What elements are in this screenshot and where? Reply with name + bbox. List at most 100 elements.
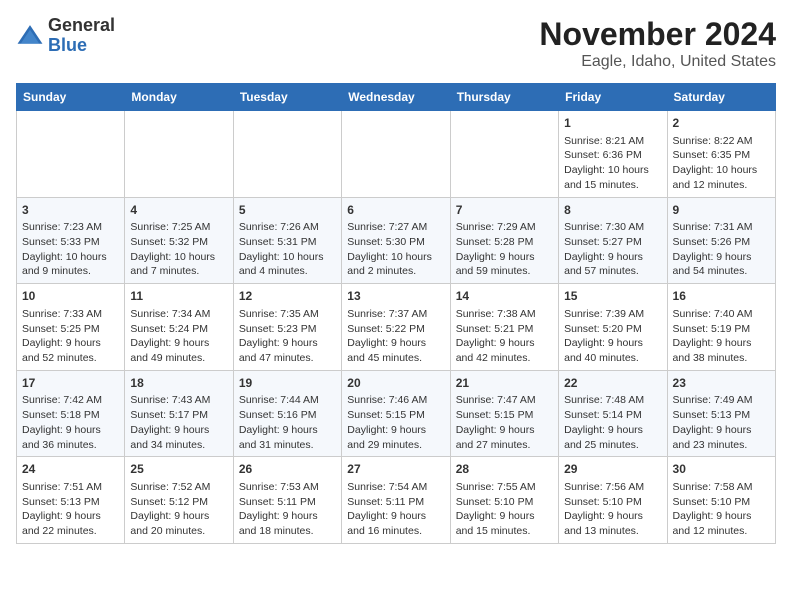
day-info: Sunrise: 7:42 AM Sunset: 5:18 PM Dayligh… xyxy=(22,393,119,452)
day-number: 20 xyxy=(347,375,444,392)
calendar-cell: 22Sunrise: 7:48 AM Sunset: 5:14 PM Dayli… xyxy=(559,370,667,457)
day-info: Sunrise: 7:27 AM Sunset: 5:30 PM Dayligh… xyxy=(347,220,444,279)
day-number: 11 xyxy=(130,288,227,305)
calendar-cell: 7Sunrise: 7:29 AM Sunset: 5:28 PM Daylig… xyxy=(450,197,558,284)
calendar-cell: 17Sunrise: 7:42 AM Sunset: 5:18 PM Dayli… xyxy=(17,370,125,457)
day-info: Sunrise: 7:51 AM Sunset: 5:13 PM Dayligh… xyxy=(22,480,119,539)
month-year-title: November 2024 xyxy=(539,16,776,53)
day-number: 15 xyxy=(564,288,661,305)
day-number: 25 xyxy=(130,461,227,478)
day-number: 19 xyxy=(239,375,336,392)
weekday-header-tuesday: Tuesday xyxy=(233,84,341,111)
day-number: 27 xyxy=(347,461,444,478)
calendar-body: 1 Sunrise: 8:21 AM Sunset: 6:36 PM Daylig… xyxy=(17,111,776,544)
day-number: 29 xyxy=(564,461,661,478)
calendar-week-2: 3Sunrise: 7:23 AM Sunset: 5:33 PM Daylig… xyxy=(17,197,776,284)
calendar-cell: 20Sunrise: 7:46 AM Sunset: 5:15 PM Dayli… xyxy=(342,370,450,457)
day-number: 28 xyxy=(456,461,553,478)
calendar-cell xyxy=(125,111,233,198)
calendar-cell: 30Sunrise: 7:58 AM Sunset: 5:10 PM Dayli… xyxy=(667,457,775,544)
calendar-cell xyxy=(450,111,558,198)
calendar-cell: 3Sunrise: 7:23 AM Sunset: 5:33 PM Daylig… xyxy=(17,197,125,284)
day-info: Sunrise: 7:31 AM Sunset: 5:26 PM Dayligh… xyxy=(673,220,770,279)
day-number: 26 xyxy=(239,461,336,478)
day-number: 21 xyxy=(456,375,553,392)
location-subtitle: Eagle, Idaho, United States xyxy=(539,53,776,71)
calendar-cell: 2 Sunrise: 8:22 AM Sunset: 6:35 PM Daylig… xyxy=(667,111,775,198)
logo-general: General xyxy=(48,16,115,36)
calendar-cell: 24 Sunrise: 7:51 AM Sunset: 5:13 PM Dayli… xyxy=(17,457,125,544)
calendar-cell xyxy=(17,111,125,198)
calendar-week-3: 10 Sunrise: 7:33 AM Sunset: 5:25 PM Dayli… xyxy=(17,284,776,371)
calendar-cell: 26Sunrise: 7:53 AM Sunset: 5:11 PM Dayli… xyxy=(233,457,341,544)
calendar-cell: 9Sunrise: 7:31 AM Sunset: 5:26 PM Daylig… xyxy=(667,197,775,284)
calendar-cell: 13 Sunrise: 7:37 AM Sunset: 5:22 PM Dayli… xyxy=(342,284,450,371)
calendar-cell: 8Sunrise: 7:30 AM Sunset: 5:27 PM Daylig… xyxy=(559,197,667,284)
calendar-cell: 6Sunrise: 7:27 AM Sunset: 5:30 PM Daylig… xyxy=(342,197,450,284)
day-info: Sunrise: 7:56 AM Sunset: 5:10 PM Dayligh… xyxy=(564,480,661,539)
day-number: 7 xyxy=(456,202,553,219)
day-number: 14 xyxy=(456,288,553,305)
weekday-header-wednesday: Wednesday xyxy=(342,84,450,111)
weekday-header-friday: Friday xyxy=(559,84,667,111)
calendar-cell: 16 Sunrise: 7:40 AM Sunset: 5:19 PM Dayli… xyxy=(667,284,775,371)
day-info: Sunrise: 7:47 AM Sunset: 5:15 PM Dayligh… xyxy=(456,393,553,452)
calendar-cell: 23Sunrise: 7:49 AM Sunset: 5:13 PM Dayli… xyxy=(667,370,775,457)
day-info: Sunrise: 7:34 AM Sunset: 5:24 PM Dayligh… xyxy=(130,307,227,366)
day-number: 1 xyxy=(564,115,661,132)
logo-text: General Blue xyxy=(48,16,115,56)
calendar-cell: 1 Sunrise: 8:21 AM Sunset: 6:36 PM Daylig… xyxy=(559,111,667,198)
day-info: Sunrise: 7:35 AM Sunset: 5:23 PM Dayligh… xyxy=(239,307,336,366)
day-info: Sunrise: 7:30 AM Sunset: 5:27 PM Dayligh… xyxy=(564,220,661,279)
calendar-cell xyxy=(342,111,450,198)
day-number: 6 xyxy=(347,202,444,219)
day-info: Sunrise: 7:40 AM Sunset: 5:19 PM Dayligh… xyxy=(673,307,770,366)
day-info: Sunrise: 7:26 AM Sunset: 5:31 PM Dayligh… xyxy=(239,220,336,279)
day-info: Sunrise: 7:29 AM Sunset: 5:28 PM Dayligh… xyxy=(456,220,553,279)
calendar-cell: 19Sunrise: 7:44 AM Sunset: 5:16 PM Dayli… xyxy=(233,370,341,457)
header-row: SundayMondayTuesdayWednesdayThursdayFrid… xyxy=(17,84,776,111)
calendar-cell xyxy=(233,111,341,198)
day-info: Sunrise: 7:25 AM Sunset: 5:32 PM Dayligh… xyxy=(130,220,227,279)
day-number: 17 xyxy=(22,375,119,392)
weekday-header-thursday: Thursday xyxy=(450,84,558,111)
day-info: Sunrise: 7:37 AM Sunset: 5:22 PM Dayligh… xyxy=(347,307,444,366)
calendar-cell: 12 Sunrise: 7:35 AM Sunset: 5:23 PM Dayli… xyxy=(233,284,341,371)
day-info: Sunrise: 8:22 AM Sunset: 6:35 PM Dayligh… xyxy=(673,134,770,193)
day-number: 24 xyxy=(22,461,119,478)
day-info: Sunrise: 7:54 AM Sunset: 5:11 PM Dayligh… xyxy=(347,480,444,539)
day-info: Sunrise: 7:43 AM Sunset: 5:17 PM Dayligh… xyxy=(130,393,227,452)
day-info: Sunrise: 8:21 AM Sunset: 6:36 PM Dayligh… xyxy=(564,134,661,193)
weekday-header-saturday: Saturday xyxy=(667,84,775,111)
calendar-cell: 10 Sunrise: 7:33 AM Sunset: 5:25 PM Dayli… xyxy=(17,284,125,371)
day-number: 16 xyxy=(673,288,770,305)
calendar-cell: 28Sunrise: 7:55 AM Sunset: 5:10 PM Dayli… xyxy=(450,457,558,544)
calendar-cell: 27 Sunrise: 7:54 AM Sunset: 5:11 PM Dayli… xyxy=(342,457,450,544)
day-number: 12 xyxy=(239,288,336,305)
day-info: Sunrise: 7:48 AM Sunset: 5:14 PM Dayligh… xyxy=(564,393,661,452)
day-info: Sunrise: 7:39 AM Sunset: 5:20 PM Dayligh… xyxy=(564,307,661,366)
title-block: November 2024 Eagle, Idaho, United State… xyxy=(539,16,776,71)
day-number: 2 xyxy=(673,115,770,132)
calendar-cell: 21Sunrise: 7:47 AM Sunset: 5:15 PM Dayli… xyxy=(450,370,558,457)
day-number: 18 xyxy=(130,375,227,392)
day-number: 5 xyxy=(239,202,336,219)
calendar-table: SundayMondayTuesdayWednesdayThursdayFrid… xyxy=(16,83,776,544)
weekday-header-monday: Monday xyxy=(125,84,233,111)
calendar-cell: 4Sunrise: 7:25 AM Sunset: 5:32 PM Daylig… xyxy=(125,197,233,284)
day-info: Sunrise: 7:23 AM Sunset: 5:33 PM Dayligh… xyxy=(22,220,119,279)
weekday-header-sunday: Sunday xyxy=(17,84,125,111)
calendar-cell: 14Sunrise: 7:38 AM Sunset: 5:21 PM Dayli… xyxy=(450,284,558,371)
calendar-week-5: 24 Sunrise: 7:51 AM Sunset: 5:13 PM Dayli… xyxy=(17,457,776,544)
logo-blue: Blue xyxy=(48,36,115,56)
day-number: 10 xyxy=(22,288,119,305)
calendar-week-1: 1 Sunrise: 8:21 AM Sunset: 6:36 PM Daylig… xyxy=(17,111,776,198)
day-number: 13 xyxy=(347,288,444,305)
calendar-cell: 25Sunrise: 7:52 AM Sunset: 5:12 PM Dayli… xyxy=(125,457,233,544)
day-info: Sunrise: 7:33 AM Sunset: 5:25 PM Dayligh… xyxy=(22,307,119,366)
calendar-cell: 29 Sunrise: 7:56 AM Sunset: 5:10 PM Dayli… xyxy=(559,457,667,544)
day-number: 3 xyxy=(22,202,119,219)
logo: General Blue xyxy=(16,16,115,56)
calendar-cell: 11 Sunrise: 7:34 AM Sunset: 5:24 PM Dayli… xyxy=(125,284,233,371)
calendar-week-4: 17Sunrise: 7:42 AM Sunset: 5:18 PM Dayli… xyxy=(17,370,776,457)
